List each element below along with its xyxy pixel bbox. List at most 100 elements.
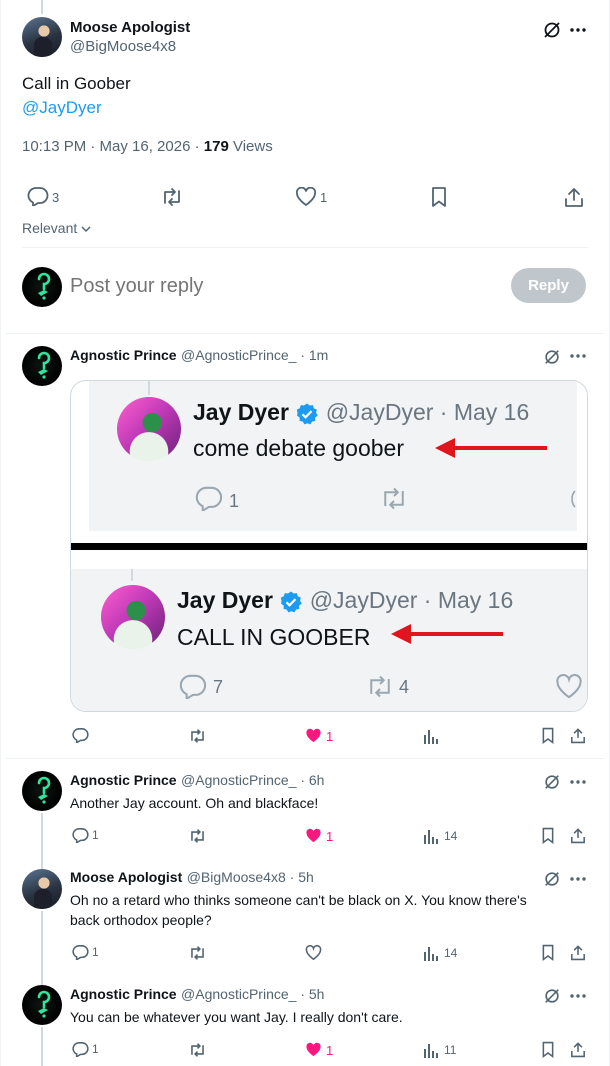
mention-link[interactable]: @JayDyer: [22, 98, 102, 118]
screenshot-retweet-icon: [379, 486, 409, 511]
screenshot-heart-icon: [555, 674, 583, 700]
share-icon[interactable]: [570, 727, 586, 744]
reply-icon[interactable]: [72, 727, 89, 743]
reply-icon[interactable]: [27, 186, 49, 206]
divider: [6, 333, 604, 334]
screenshot-thread-line: [131, 569, 133, 581]
attached-image[interactable]: Jay Dyer @JayDyer · May 16 come debate g…: [70, 380, 588, 712]
sort-dropdown[interactable]: Relevant: [22, 220, 91, 236]
bookmark-icon[interactable]: [541, 827, 555, 844]
retweet-icon[interactable]: [160, 187, 184, 207]
reply-count: 1: [92, 1042, 99, 1056]
author-handle[interactable]: @AgnosticPrince_ · 5h: [181, 986, 324, 1002]
screenshot-avatar: [117, 397, 181, 461]
avatar[interactable]: [22, 869, 62, 909]
like-count: 1: [326, 829, 334, 844]
bookmark-icon[interactable]: [541, 1041, 555, 1058]
verified-icon: [279, 590, 303, 614]
screenshot-heart-partial: [567, 487, 577, 511]
retweet-icon[interactable]: [188, 828, 207, 844]
reply-header: Agnostic Prince @AgnosticPrince_ · 5h: [70, 986, 324, 1004]
views-icon[interactable]: [424, 728, 438, 744]
reply-header: Agnostic Prince @AgnosticPrince_ · 1m: [70, 347, 328, 365]
author-handle[interactable]: @AgnosticPrince_ · 1m: [181, 347, 328, 363]
author-name[interactable]: Agnostic Prince: [70, 986, 177, 1002]
thread-line: [41, 911, 43, 985]
avatar[interactable]: [22, 17, 62, 57]
author-handle[interactable]: @BigMoose4x8 · 5h: [187, 869, 314, 885]
heart-icon[interactable]: [305, 828, 322, 844]
reply-header: Moose Apologist @BigMoose4x8 · 5h: [70, 869, 314, 887]
share-icon[interactable]: [570, 1041, 586, 1058]
grok-icon[interactable]: [543, 348, 561, 366]
screenshot-reply-count: 7: [213, 677, 224, 697]
heart-icon[interactable]: [305, 1042, 322, 1058]
grok-icon[interactable]: [543, 773, 561, 791]
arrow-icon: [389, 621, 505, 647]
avatar[interactable]: [22, 346, 62, 386]
share-icon[interactable]: [570, 827, 586, 844]
avatar[interactable]: [22, 985, 62, 1025]
grok-icon[interactable]: [542, 20, 562, 40]
screenshot-header: Jay Dyer @JayDyer · May 16: [177, 587, 513, 614]
timestamp-text[interactable]: 10:13 PM · May 16, 2026 ·: [22, 138, 204, 155]
view-count: 14: [444, 946, 458, 960]
bookmark-icon[interactable]: [430, 186, 448, 208]
like-count: 1: [326, 1043, 334, 1058]
more-icon[interactable]: [569, 876, 587, 882]
divider: [6, 758, 604, 759]
view-count: 179: [203, 138, 229, 155]
reply-icon[interactable]: [72, 827, 89, 843]
author-name[interactable]: Agnostic Prince: [70, 347, 177, 363]
views-icon[interactable]: [424, 1042, 438, 1058]
screenshot-reply-icon: [179, 673, 207, 699]
post-text: Call in Goober: [22, 74, 131, 93]
author-name[interactable]: Moose Apologist: [70, 869, 182, 885]
more-icon[interactable]: [569, 779, 587, 785]
reply-header: Agnostic Prince @AgnosticPrince_ · 6h: [70, 772, 324, 790]
grok-icon[interactable]: [543, 870, 561, 888]
reply-text: Another Jay account. Oh and blackface!: [70, 795, 319, 811]
reply-text: You can be whatever you want Jay. I real…: [70, 1009, 403, 1025]
reply-input[interactable]: [70, 272, 490, 300]
chevron-down-icon: [81, 225, 91, 233]
bookmark-icon[interactable]: [541, 944, 555, 961]
views-icon[interactable]: [424, 828, 438, 844]
screenshot-text: come debate goober: [193, 435, 404, 461]
heart-icon[interactable]: [295, 187, 317, 207]
more-icon[interactable]: [569, 993, 587, 999]
share-icon[interactable]: [570, 944, 586, 961]
screenshot-header: Jay Dyer @JayDyer · May 16: [193, 399, 529, 426]
more-icon[interactable]: [569, 353, 587, 359]
separator-bar: [71, 543, 587, 550]
thread-line-top: [41, 0, 43, 14]
share-icon[interactable]: [564, 186, 584, 208]
more-icon[interactable]: [569, 27, 587, 33]
screenshot-text: CALL IN GOOBER: [177, 624, 371, 650]
heart-icon[interactable]: [305, 945, 322, 961]
view-count: 11: [444, 1043, 457, 1057]
author-handle[interactable]: @BigMoose4x8: [70, 38, 176, 55]
reply-button[interactable]: Reply: [511, 268, 586, 303]
screenshot-reply-icon: [195, 485, 223, 511]
author-handle[interactable]: @AgnosticPrince_ · 6h: [181, 772, 324, 788]
bookmark-icon[interactable]: [541, 727, 555, 744]
views-icon[interactable]: [424, 945, 438, 961]
author-name[interactable]: Moose Apologist: [70, 19, 190, 36]
grok-icon[interactable]: [543, 987, 561, 1005]
divider: [22, 247, 588, 248]
author-name[interactable]: Agnostic Prince: [70, 772, 177, 788]
retweet-icon[interactable]: [188, 728, 207, 744]
view-count: 14: [444, 829, 458, 843]
avatar[interactable]: [22, 771, 62, 811]
retweet-icon[interactable]: [188, 945, 207, 961]
retweet-icon[interactable]: [188, 1042, 207, 1058]
thread-line: [41, 813, 43, 870]
heart-icon[interactable]: [305, 728, 322, 744]
screenshot-name: Jay Dyer: [193, 399, 289, 425]
reply-icon[interactable]: [72, 944, 89, 960]
screenshot-handle: @JayDyer · May 16: [325, 399, 530, 425]
reply-count: 1: [92, 945, 99, 959]
composer-avatar[interactable]: [22, 267, 62, 307]
reply-icon[interactable]: [72, 1041, 89, 1057]
